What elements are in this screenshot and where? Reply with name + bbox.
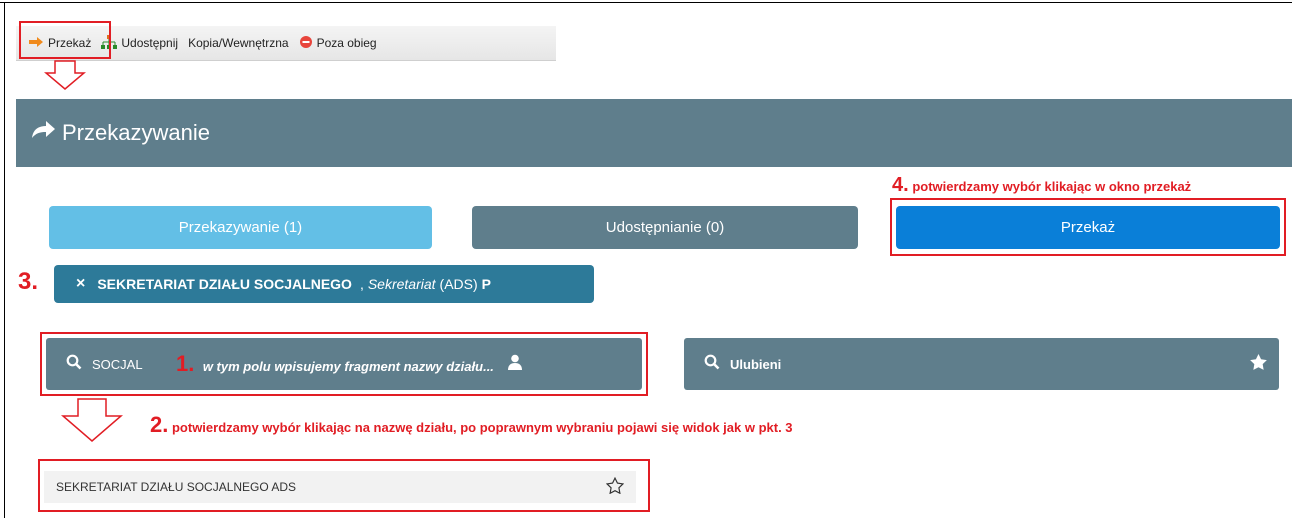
chip-comma: ,: [359, 276, 364, 292]
page-header: Przekazywanie: [16, 99, 1292, 167]
chip-code: (ADS): [439, 276, 478, 292]
star-filled-icon[interactable]: [1250, 353, 1267, 375]
favorites-box[interactable]: Ulubieni: [684, 338, 1279, 390]
chip-name: SEKRETARIAT DZIAŁU SOCJALNEGO: [97, 276, 352, 292]
annotation-4-number: 4.: [892, 174, 909, 196]
tab-przekazywanie[interactable]: Przekazywanie (1): [49, 206, 432, 249]
toolbar-poza-obieg[interactable]: Poza obieg: [299, 35, 377, 52]
tab-udostepnianie-label: Udostępnianie (0): [605, 219, 725, 236]
annotation-2-text: potwierdzamy wybór klikając na nazwę dzi…: [171, 420, 793, 435]
tab-przekazywanie-label: Przekazywanie (1): [178, 219, 303, 236]
selected-recipient-chip: × SEKRETARIAT DZIAŁU SOCJALNEGO , Sekret…: [54, 265, 594, 303]
favorites-search-icon: [704, 354, 720, 375]
annotation-3: 3.: [18, 268, 38, 296]
favorites-label: Ulubieni: [730, 356, 782, 372]
highlight-search-box: [40, 332, 648, 396]
toolbar-kopia-label: Kopia/Wewnętrzna: [188, 36, 289, 50]
toolbar-kopia[interactable]: Kopia/Wewnętrzna: [188, 36, 289, 50]
toolbar-poza-obieg-label: Poza obieg: [316, 36, 377, 50]
stop-circle-icon: [299, 35, 313, 52]
chip-role: Sekretariat: [367, 276, 436, 292]
highlight-toolbar-przekaz: [19, 21, 111, 59]
forward-arrow-icon: [30, 119, 56, 147]
down-arrow-icon-2: [61, 398, 123, 442]
remove-chip-icon[interactable]: ×: [76, 275, 85, 293]
down-arrow-icon: [44, 60, 86, 90]
page-title: Przekazywanie: [62, 120, 210, 145]
frame-top-line: [0, 2, 1292, 3]
annotation-3-number: 3.: [18, 268, 39, 295]
highlight-przekaz-button: [890, 198, 1286, 256]
frame-left-line: [4, 2, 5, 518]
highlight-search-result: [38, 459, 650, 512]
annotation-2-number: 2.: [150, 412, 169, 437]
tab-udostepnianie[interactable]: Udostępnianie (0): [472, 206, 858, 249]
toolbar-udostepnij[interactable]: Udostępnij: [101, 34, 179, 52]
annotation-4-text: potwierdzamy wybór klikając w okno przek…: [912, 179, 1192, 194]
annotation-2: 2. potwierdzamy wybór klikając na nazwę …: [150, 412, 793, 438]
annotation-4: 4. potwierdzamy wybór klikając w okno pr…: [892, 174, 1191, 197]
toolbar-udostepnij-label: Udostępnij: [121, 36, 179, 50]
chip-flag: P: [481, 276, 492, 292]
